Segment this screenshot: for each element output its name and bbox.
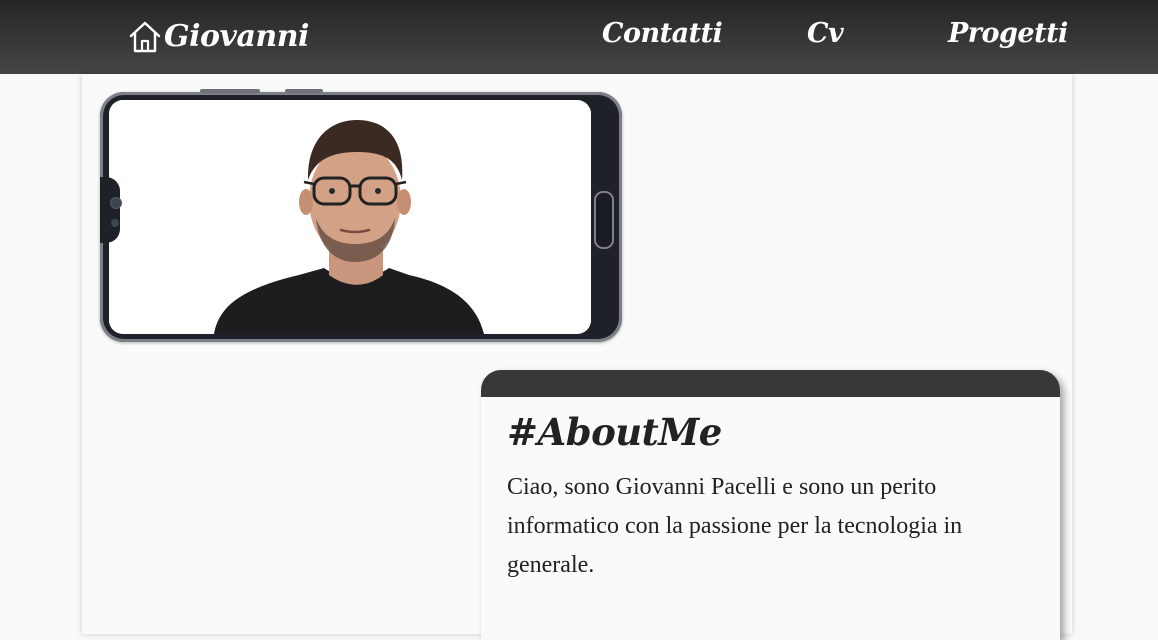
- phone-power-button: [285, 89, 323, 93]
- profile-phone-frame: [100, 89, 622, 342]
- profile-photo: [109, 100, 591, 334]
- about-me-card: #AboutMe Ciao, sono Giovanni Pacelli e s…: [481, 370, 1060, 640]
- about-card-header: [481, 370, 1060, 397]
- home-icon: [128, 19, 162, 55]
- phone-volume-button: [200, 89, 260, 93]
- top-navbar: Giovanni Contatti Cv Progetti: [0, 0, 1158, 74]
- phone-home-button: [594, 191, 614, 249]
- phone-camera: [111, 198, 121, 208]
- phone-screen: [109, 100, 591, 334]
- home-link[interactable]: Giovanni: [128, 14, 309, 60]
- about-text: Ciao, sono Giovanni Pacelli e sono un pe…: [507, 474, 963, 578]
- nav-cv[interactable]: Cv: [807, 18, 844, 49]
- brand-name: Giovanni: [164, 18, 309, 54]
- phone-sensor: [111, 219, 119, 227]
- phone-notch: [100, 177, 120, 243]
- nav-contatti[interactable]: Contatti: [602, 18, 723, 49]
- about-title: #AboutMe: [507, 410, 722, 454]
- nav-progetti[interactable]: Progetti: [948, 18, 1068, 49]
